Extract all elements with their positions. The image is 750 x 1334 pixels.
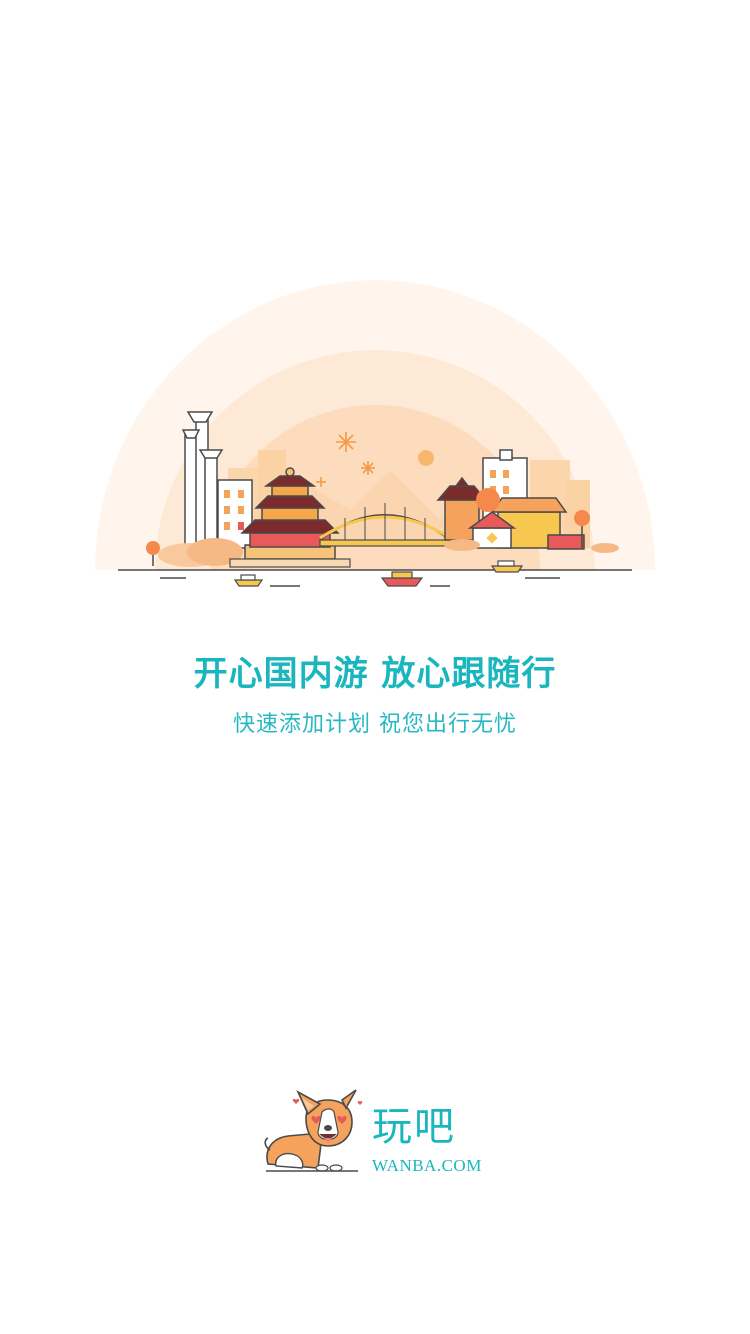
- splash-subline: 快速添加计划 祝您出行无忧: [233, 712, 517, 737]
- brand-logo: 玩吧 WANBA.COM: [262, 1088, 502, 1180]
- splash-screen: 开心国内游 放心跟随行 快速添加计划 祝您出行无忧 玩吧 WANBA.COM: [0, 0, 750, 1334]
- city-skyline-illustration: [0, 200, 750, 600]
- corgi-dog-icon: [262, 1088, 366, 1176]
- brand-domain: WANBA.COM: [372, 1156, 482, 1175]
- brand-name: 玩吧: [372, 1104, 456, 1150]
- splash-headline: 开心国内游 放心跟随行: [193, 654, 557, 694]
